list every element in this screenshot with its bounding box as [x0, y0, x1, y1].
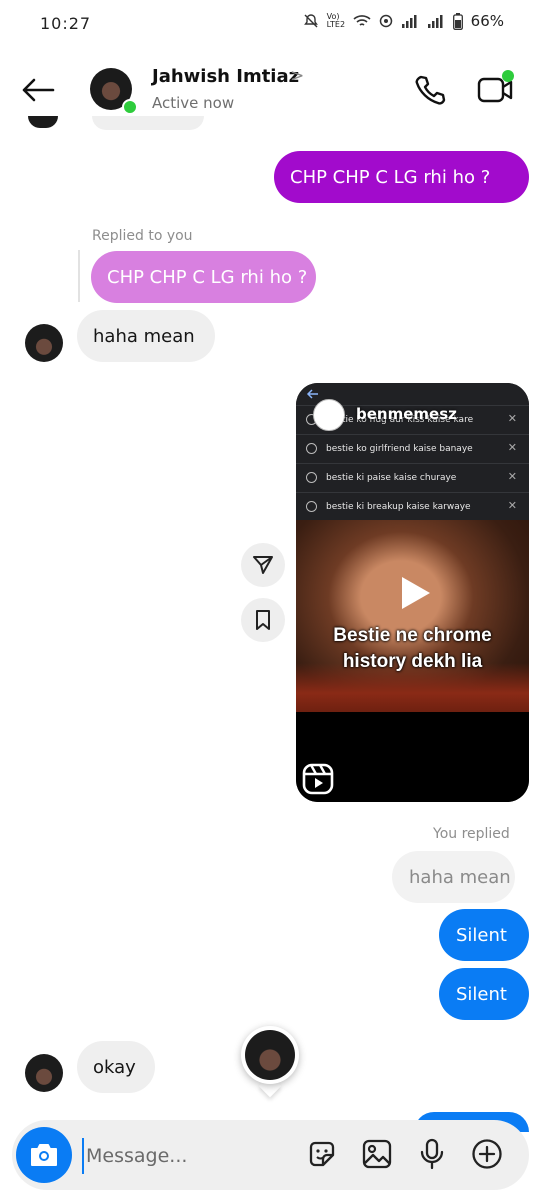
message-text: okay [93, 1056, 136, 1078]
message-input[interactable] [82, 1138, 282, 1174]
phone-icon [415, 75, 446, 105]
contact-name[interactable]: Jahwish Imtiaz [152, 66, 299, 87]
save-button[interactable] [241, 598, 285, 642]
hotspot-icon [379, 14, 392, 28]
network-label: Vo) LTE2 [326, 12, 346, 29]
share-button[interactable] [241, 543, 285, 587]
camera-icon [31, 1144, 57, 1166]
wifi-icon [353, 15, 371, 26]
image-icon [362, 1139, 392, 1169]
online-indicator [122, 99, 138, 115]
message-bubble-outgoing[interactable]: CHP CHP C LG rhi ho ? [274, 151, 529, 203]
camera-button[interactable] [16, 1127, 72, 1183]
avatar[interactable] [25, 324, 63, 362]
mute-icon [303, 14, 318, 28]
reel-caption: Bestie ne chrome history dekh lia [333, 625, 492, 672]
message-text: haha mean [93, 325, 195, 347]
battery-percent: 66% [470, 12, 504, 30]
status-time: 10:27 [40, 14, 92, 33]
contact-avatar[interactable] [90, 68, 138, 115]
seen-avatar [241, 1026, 299, 1084]
send-icon [253, 556, 273, 574]
message-bubble-incoming[interactable]: haha mean [77, 310, 215, 362]
sticker-button[interactable] [302, 1134, 342, 1174]
message-text: CHP CHP C LG rhi ho ? [107, 266, 308, 288]
reply-label: Replied to you [92, 228, 193, 244]
play-icon[interactable] [394, 573, 434, 613]
signal-icon [401, 15, 417, 28]
message-text: Silent [456, 983, 507, 1005]
sticker-icon [309, 1141, 335, 1167]
voice-message-button[interactable] [412, 1134, 452, 1174]
reply-divider [78, 250, 80, 302]
audio-call-button[interactable] [410, 70, 450, 110]
message-bubble-partial [92, 116, 204, 130]
history-row: bestie ko girlfriend kaise banaye ✕ [296, 434, 529, 463]
arrow-left-icon [22, 78, 55, 102]
message-text: haha mean [409, 866, 511, 888]
avatar [28, 116, 58, 128]
reel-author-name: benmemesz [356, 405, 457, 423]
quoted-message-bubble[interactable]: CHP CHP C LG rhi ho ? [91, 251, 316, 303]
message-bubble-outgoing[interactable]: Silent [439, 909, 529, 961]
message-bubble-incoming[interactable]: okay [77, 1041, 155, 1093]
quoted-message-bubble[interactable]: haha mean [392, 851, 515, 903]
plus-circle-icon [472, 1139, 502, 1169]
more-options-button[interactable] [467, 1134, 507, 1174]
message-text: CHP CHP C LG rhi ho ? [290, 166, 491, 188]
video-call-button[interactable] [472, 68, 518, 112]
reel-author-avatar [313, 399, 345, 431]
back-button[interactable] [18, 72, 58, 108]
signal-icon-2 [427, 15, 443, 28]
battery-icon [452, 12, 463, 30]
microphone-icon [420, 1138, 444, 1170]
gallery-button[interactable] [357, 1134, 397, 1174]
message-text: Silent [456, 924, 507, 946]
history-row: bestie ki breakup kaise karwaye ✕ [296, 492, 529, 521]
message-bubble-outgoing[interactable]: Silent [439, 968, 529, 1020]
shared-reel-card[interactable]: bestie ko hug aur kiss kaise kare ✕ besti… [296, 383, 529, 802]
status-icons: Vo) LTE2 66% [303, 12, 504, 30]
chevron-right-icon: > [290, 66, 305, 86]
video-active-dot [502, 70, 514, 82]
browser-back-icon [306, 389, 318, 399]
reels-icon [302, 763, 334, 795]
contact-status: Active now [152, 94, 235, 112]
bookmark-icon [256, 610, 270, 630]
you-replied-label: You replied [433, 826, 510, 842]
history-row: bestie ki paise kaise churaye ✕ [296, 463, 529, 492]
avatar[interactable] [25, 1054, 63, 1092]
